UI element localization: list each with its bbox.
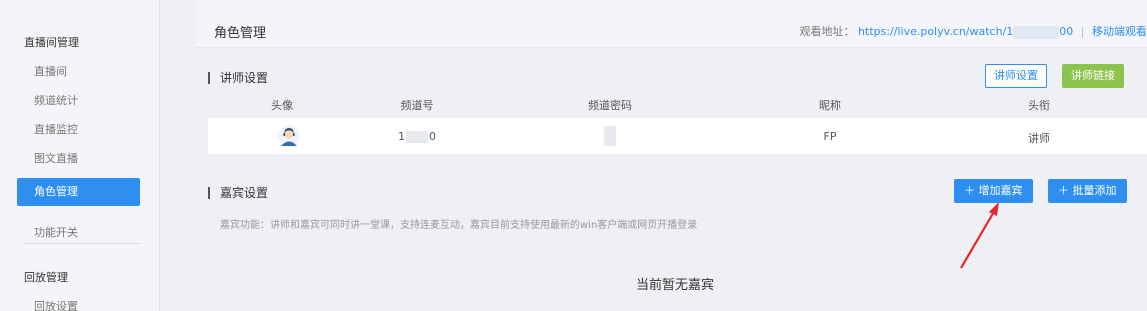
sidebar-item-channel-stats[interactable]: 频道统计 [34, 92, 78, 108]
channel-end: 0 [429, 130, 436, 143]
lecturer-link-button[interactable]: 讲师链接 [1062, 64, 1124, 88]
page-title: 角色管理 [214, 26, 267, 41]
watch-address: 观看地址： https://live.polyv.cn/watch/1 00 | … [800, 23, 1147, 39]
watch-url-start: https://live.polyv.cn/watch/1 [858, 25, 1014, 38]
lecturer-settings-button[interactable]: 讲师设置 [985, 64, 1047, 88]
watch-url[interactable]: https://live.polyv.cn/watch/1 00 [858, 25, 1074, 39]
sidebar-item-role-management[interactable]: 角色管理 [17, 178, 140, 206]
lecturer-avatar-icon [278, 125, 300, 147]
sidebar-item-playback-settings[interactable]: 回放设置 [34, 298, 78, 311]
sidebar-item-feature-switch[interactable]: 功能开关 [34, 224, 78, 240]
watch-label: 观看地址： [799, 25, 855, 38]
guest-section-title: 嘉宾设置 [208, 187, 268, 199]
batch-add-button[interactable]: ＋ 批量添加 [1048, 179, 1127, 203]
sidebar-group-live[interactable]: 直播间管理 [24, 34, 79, 50]
column-header-title: 头衔 [1028, 99, 1050, 112]
column-header-nickname: 昵称 [819, 99, 841, 112]
mobile-watch-link[interactable]: 移动端观看 [1092, 25, 1147, 38]
redacted-mask [1013, 25, 1060, 39]
redacted-mask [406, 131, 428, 143]
column-header-avatar: 头像 [271, 99, 293, 112]
channel-start: 1 [398, 130, 405, 143]
watch-url-end: 00 [1059, 25, 1074, 38]
sidebar-group-playback[interactable]: 回放管理 [24, 269, 68, 285]
column-header-channel: 频道号 [400, 99, 434, 112]
separator: | [1080, 25, 1085, 38]
channel-password [604, 126, 616, 146]
sidebar-item-live-room[interactable]: 直播间 [34, 63, 67, 79]
lecturer-section-title: 讲师设置 [208, 72, 268, 84]
guest-description: 嘉宾功能：讲师和嘉宾可同时讲一堂课，支持连麦互动，嘉宾目前支持使用最新的win客… [220, 220, 698, 231]
channel-number: 10 [398, 130, 436, 143]
lecturer-nickname: FP [823, 130, 837, 143]
redacted-mask [604, 126, 616, 146]
empty-state: 当前暂无嘉宾 [636, 278, 715, 293]
page-header: 角色管理 观看地址： https://live.polyv.cn/watch/1… [196, 0, 1147, 48]
sidebar-divider [24, 243, 140, 244]
column-header-password: 频道密码 [588, 99, 632, 112]
lecturer-row: 10 FP 讲师 [208, 118, 1147, 154]
annotation-arrow-icon [960, 202, 999, 269]
sidebar: 直播间管理 直播间 频道统计 直播监控 图文直播 角色管理 功能开关 回放管理 … [0, 0, 160, 311]
sidebar-item-image-text-live[interactable]: 图文直播 [34, 150, 78, 166]
sidebar-item-live-monitor[interactable]: 直播监控 [34, 121, 78, 137]
lecturer-title: 讲师 [1028, 132, 1050, 145]
